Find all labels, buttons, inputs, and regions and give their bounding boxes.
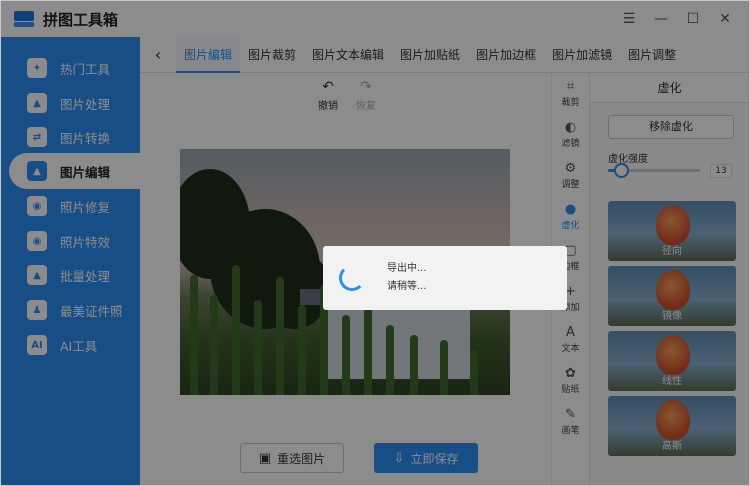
loading-spinner-icon xyxy=(339,265,365,291)
please-wait-text: 请稍等... xyxy=(387,281,427,292)
export-progress-dialog: 导出中... 请稍等... xyxy=(323,246,567,310)
dialog-text: 导出中... 请稍等... xyxy=(387,260,427,296)
exporting-text: 导出中... xyxy=(387,263,427,274)
modal-overlay xyxy=(1,1,749,485)
app-window: 拼图工具箱 ☰ — ☐ ✕ ✦ 热门工具 ▲ 图片处理 ⇄ 图片转换 ▲ 图片编… xyxy=(0,0,750,486)
